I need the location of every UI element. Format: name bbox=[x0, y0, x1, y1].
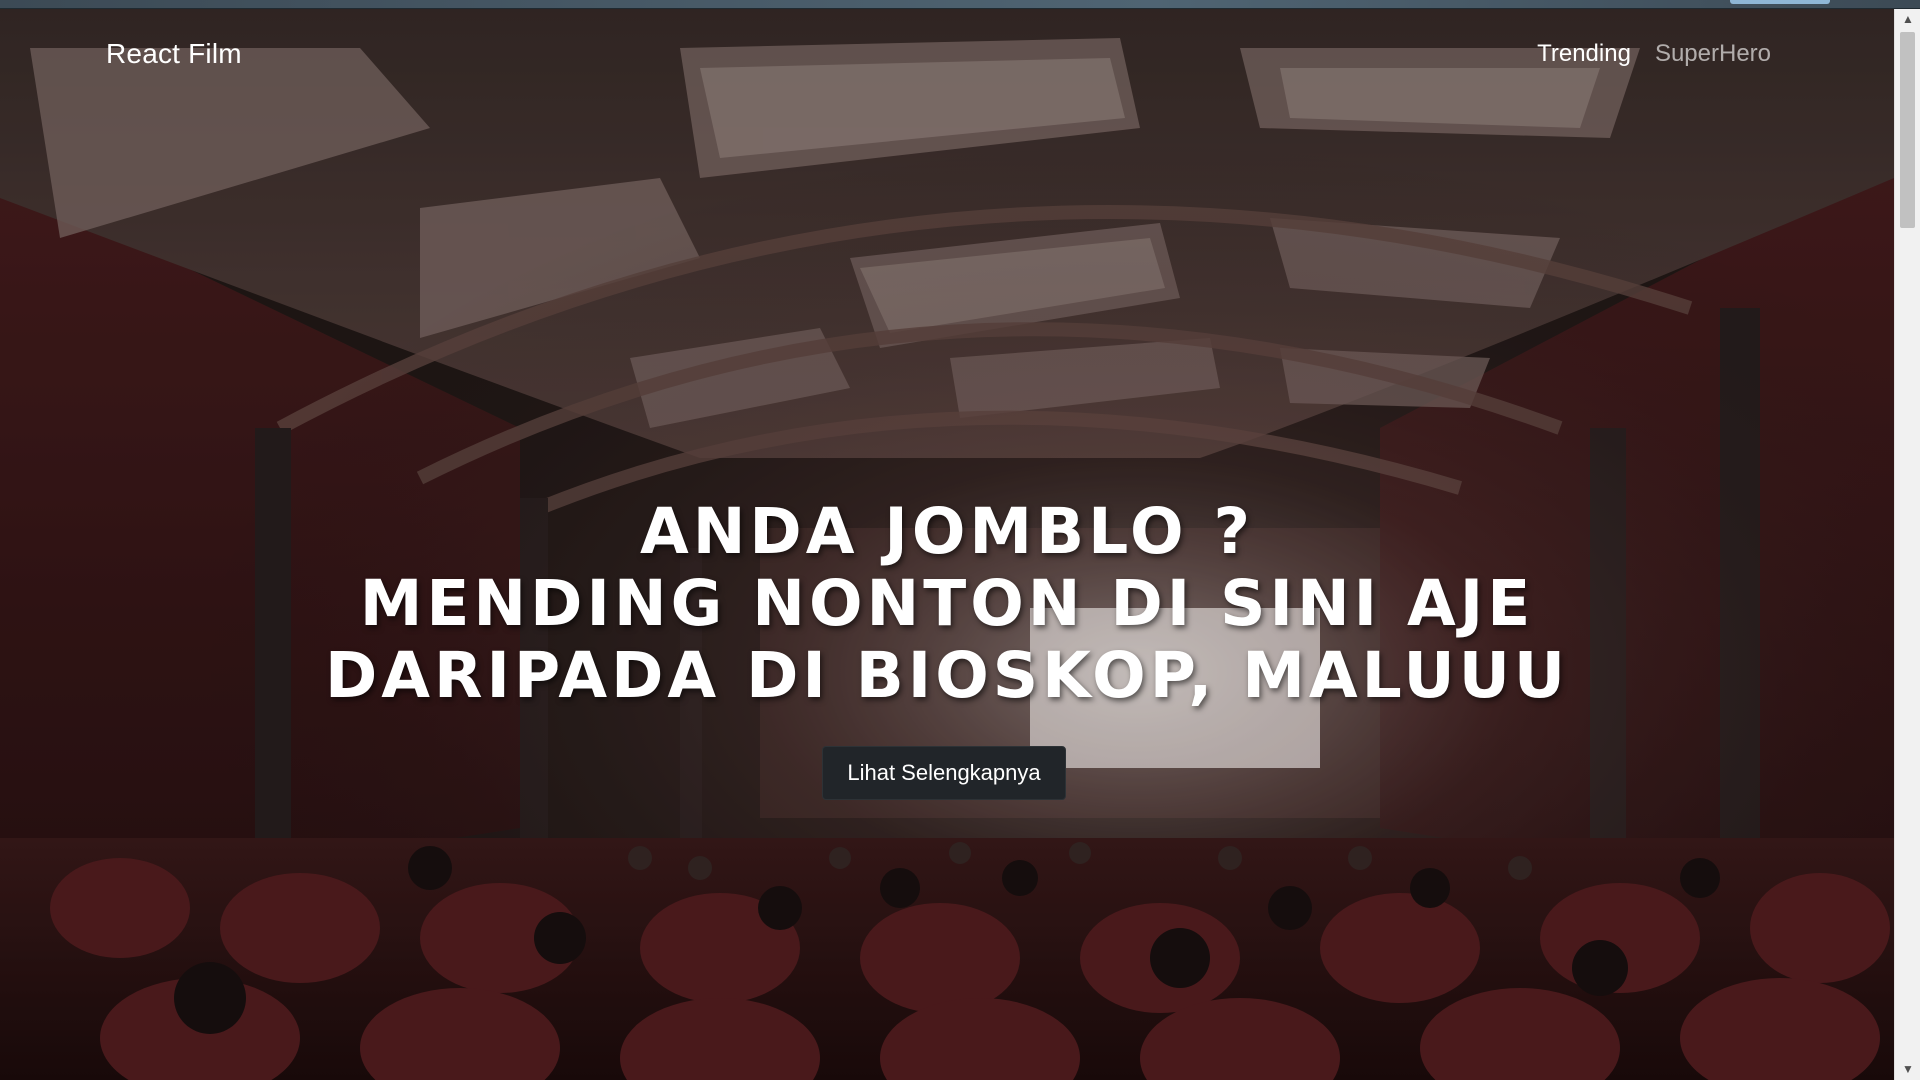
headline-line-1: ANDA JOMBLO ? bbox=[639, 495, 1255, 568]
headline-line-2: MENDING NONTON DI SINI AJE bbox=[359, 567, 1535, 640]
see-more-button[interactable]: Lihat Selengkapnya bbox=[822, 746, 1066, 800]
scroll-up-arrow-icon[interactable]: ▲ bbox=[1895, 8, 1920, 30]
vertical-scrollbar[interactable]: ▲ ▼ bbox=[1894, 8, 1920, 1080]
scroll-down-arrow-icon[interactable]: ▼ bbox=[1895, 1058, 1920, 1080]
nav-link-superhero[interactable]: SuperHero bbox=[1655, 40, 1771, 68]
navbar: React Film Trending SuperHero bbox=[0, 8, 1894, 96]
browser-top-strip bbox=[0, 0, 1920, 9]
nav-link-trending[interactable]: Trending bbox=[1537, 40, 1631, 68]
scrollbar-thumb[interactable] bbox=[1900, 32, 1915, 228]
nav-links: Trending SuperHero bbox=[1537, 40, 1771, 68]
navbar-brand[interactable]: React Film bbox=[106, 38, 242, 70]
headline-line-3: DARIPADA DI BIOSKOP, MALUUU bbox=[324, 639, 1570, 712]
hero-section: React Film Trending SuperHero ANDA JOMBL… bbox=[0, 8, 1894, 1080]
browser-tab-indicator bbox=[1730, 0, 1830, 4]
hero-headline: ANDA JOMBLO ? MENDING NONTON DI SINI AJE… bbox=[0, 496, 1894, 712]
